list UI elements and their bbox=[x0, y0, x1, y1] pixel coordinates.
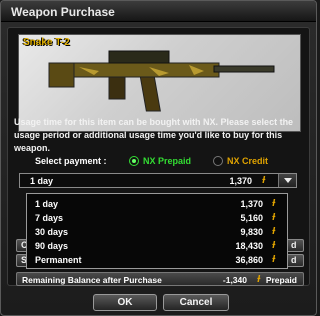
balance-value: -1,340 bbox=[222, 275, 247, 285]
dropdown-option[interactable]: Permanent 36,860 Ɨ bbox=[35, 254, 275, 267]
option-label: Permanent bbox=[35, 255, 82, 265]
nx-icon: Ɨ bbox=[272, 226, 275, 237]
option-price: 9,830 bbox=[240, 227, 263, 237]
usage-description: Usage time for this item can be bought w… bbox=[14, 117, 294, 153]
nx-icon: Ɨ bbox=[272, 254, 275, 265]
option-label: 7 days bbox=[35, 213, 64, 223]
weapon-image bbox=[48, 50, 275, 112]
radio-nx-credit[interactable]: NX Credit bbox=[213, 156, 268, 166]
radio-nx-prepaid[interactable]: NX Prepaid bbox=[129, 156, 191, 166]
option-price: 5,160 bbox=[240, 213, 263, 223]
hidden-control-right-1: d bbox=[286, 239, 304, 252]
option-label: 1 day bbox=[35, 199, 59, 209]
dropdown-option[interactable]: 1 day 1,370 Ɨ bbox=[35, 198, 275, 211]
radio-nx-prepaid-label: NX Prepaid bbox=[143, 156, 192, 166]
option-price: 18,430 bbox=[235, 241, 263, 251]
nx-icon: Ɨ bbox=[257, 274, 260, 285]
radio-unselected-icon bbox=[213, 156, 223, 166]
window-title: Weapon Purchase bbox=[11, 5, 115, 19]
balance-type: Prepaid bbox=[265, 275, 297, 285]
option-label: 30 days bbox=[35, 227, 69, 237]
dropdown-option[interactable]: 30 days 9,830 Ɨ bbox=[35, 226, 275, 239]
hidden-control-right-2: d bbox=[286, 254, 304, 267]
dropdown-arrow-icon[interactable] bbox=[278, 174, 296, 187]
nx-icon: Ɨ bbox=[262, 175, 265, 186]
cancel-button[interactable]: Cancel bbox=[163, 294, 229, 311]
usage-period-dropdown: 1 day 1,370 Ɨ 7 days 5,160 Ɨ 30 days 9,8… bbox=[26, 193, 288, 269]
usage-period-select[interactable]: 1 day 1,370 Ɨ bbox=[19, 173, 297, 188]
weapon-purchase-window: Weapon Purchase Snake T-2 Usage time for… bbox=[0, 0, 317, 316]
ok-button[interactable]: OK bbox=[93, 294, 157, 311]
nx-icon: Ɨ bbox=[272, 240, 275, 251]
option-label: 90 days bbox=[35, 241, 69, 251]
radio-nx-credit-label: NX Credit bbox=[227, 156, 269, 166]
selected-price: 1,370 bbox=[229, 176, 252, 186]
radio-selected-icon bbox=[129, 156, 139, 166]
option-price: 36,860 bbox=[235, 255, 263, 265]
option-price: 1,370 bbox=[240, 199, 263, 209]
payment-selector: Select payment : NX Prepaid NX Credit bbox=[35, 156, 305, 170]
title-bar[interactable]: Weapon Purchase bbox=[1, 1, 316, 22]
nx-icon: Ɨ bbox=[272, 212, 275, 223]
dropdown-option[interactable]: 7 days 5,160 Ɨ bbox=[35, 212, 275, 225]
nx-icon: Ɨ bbox=[272, 198, 275, 209]
balance-label: Remaining Balance after Purchase bbox=[22, 275, 162, 285]
remaining-balance: Remaining Balance after Purchase -1,340 … bbox=[16, 272, 304, 286]
dropdown-option[interactable]: 90 days 18,430 Ɨ bbox=[35, 240, 275, 253]
payment-label: Select payment : bbox=[35, 156, 107, 166]
selected-period: 1 day bbox=[30, 176, 54, 186]
